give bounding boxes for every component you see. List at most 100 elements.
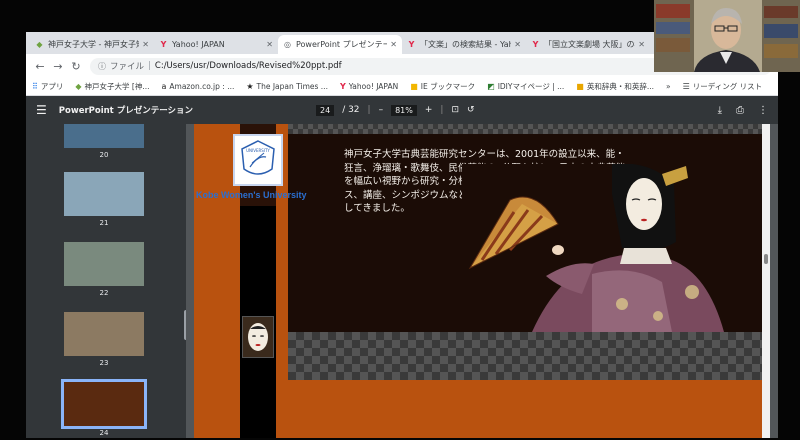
address-url: C:/Users/usr/Downloads/Revised%20ppt.pdf [154,61,342,71]
tab-label: 神戸女子大学 - 神戸女子短期 [48,40,139,49]
more-options-icon[interactable]: ⋮ [758,105,768,116]
bookmark-yahoo[interactable]: Y Yahoo! JAPAN [340,82,398,91]
logo-mark-text: UNIVERSITY [246,148,270,153]
tab-label: 「文楽」の検索結果 - Yahoo! [420,40,512,49]
tab-bunraku-search[interactable]: Y 「文楽」の検索結果 - Yahoo! ✕ [402,35,526,54]
thumbnail-image [64,312,144,356]
bookmark-label: Yahoo! JAPAN [348,82,399,91]
back-icon[interactable]: ← [32,60,48,73]
reading-list-button[interactable]: ☰ リーディング リスト [683,81,763,92]
bookmark-label: 神戸女子大学 [神... [84,82,150,91]
print-icon[interactable]: ⎙ [736,105,744,116]
yahoo-favicon: Y [408,40,415,49]
slide-checker-top [288,124,770,134]
tab-label: 「国立文楽劇場 大阪」の検索 [544,40,635,49]
bookmark-dictionary[interactable]: ■ 英和辞典・和英辞... [576,81,654,92]
thumbnail-page[interactable]: 23 [64,312,144,367]
slide-checker-bottom [288,332,770,380]
info-icon[interactable]: ⓘ [98,61,106,72]
thumbnail-image [64,242,144,286]
tab-theatre-search[interactable]: Y 「国立文楽劇場 大阪」の検索 ✕ [526,35,650,54]
yahoo-favicon: Y [339,82,346,91]
thumbnail-page[interactable]: 22 [64,242,144,297]
tab-yahoo[interactable]: Y Yahoo! JAPAN ✕ [154,35,278,54]
pdf-toolbar: ☰ PowerPoint プレゼンテーション 24 / 32 | – 81% +… [26,96,778,124]
tab-label: Yahoo! JAPAN [172,40,225,49]
amazon-icon: a [161,82,167,91]
rotate-icon[interactable]: ↺ [467,105,475,115]
noh-performer-image [462,164,752,332]
university-name: Kobe Women's University [196,190,307,200]
yahoo-favicon: Y [532,40,539,49]
bookmark-label: IDIYマイページ | ... [497,82,565,91]
globe-favicon: ◎ [284,40,291,49]
bookmark-idiy[interactable]: ◩ IDIYマイページ | ... [487,81,564,92]
idiy-icon: ◩ [487,82,495,91]
close-icon[interactable]: ✕ [390,40,397,49]
bookmark-label: The Japan Times ... [256,82,328,91]
tab-kobe[interactable]: ◆ 神戸女子大学 - 神戸女子短期 ✕ [30,35,154,54]
zoom-in-button[interactable]: + [425,105,433,115]
sidebar-scrollbar[interactable] [184,310,186,340]
folder-icon: ■ [410,82,418,91]
slide-orange-band [288,380,770,438]
forward-icon[interactable]: → [50,60,66,73]
thumbnail-number: 21 [99,219,109,227]
apps-icon: ⠿ [32,82,38,91]
bookmark-japan-times[interactable]: ★ The Japan Times ... [246,82,328,91]
star-icon: ★ [246,82,254,91]
reload-icon[interactable]: ↻ [68,60,84,73]
bookmark-label: IE ブックマーク [420,82,476,91]
close-icon[interactable]: ✕ [266,40,273,49]
noh-mask-image [242,316,274,358]
menu-icon[interactable]: ☰ [36,103,47,117]
address-divider: | [148,61,151,71]
bookmark-label: Amazon.co.jp : ... [169,82,235,91]
zoom-out-button[interactable]: – [379,105,384,115]
webcam-video [654,0,800,72]
pdf-page: UNIVERSITY Kobe Women's University 神戸女子大… [194,124,770,438]
page-number-input[interactable]: 24 [316,104,335,116]
close-icon[interactable]: ✕ [638,40,645,49]
close-icon[interactable]: ✕ [142,40,149,49]
pdf-viewer: 20 21 22 23 24 UNIVERSITY Kobe Women's U… [26,124,778,438]
divider: | [440,105,444,115]
tab-powerpoint[interactable]: ◎ PowerPoint プレゼンテーション ✕ [278,35,402,54]
thumbnail-page-selected[interactable]: 24 [61,379,147,437]
screen: ◆ 神戸女子大学 - 神戸女子短期 ✕ Y Yahoo! JAPAN ✕ ◎ P… [0,0,800,440]
reading-list-icon: ☰ [682,82,690,91]
pdf-controls: 24 / 32 | – 81% + | ⊡ ↺ [316,104,475,116]
bookmark-amazon[interactable]: a Amazon.co.jp : ... [161,82,234,91]
thumbnail-sidebar: 20 21 22 23 24 [26,124,186,438]
page-scrollbar-thumb[interactable] [764,254,768,264]
address-scheme: ファイル [110,62,145,72]
bookmark-ie[interactable]: ■ IE ブックマーク [410,81,475,92]
dictionary-icon: ■ [576,82,584,91]
slide: UNIVERSITY Kobe Women's University 神戸女子大… [194,124,770,438]
noh-mask-icon [248,323,268,351]
presenter-video-icon [654,0,800,72]
zoom-level[interactable]: 81% [391,104,417,116]
thumbnail-image [64,172,144,216]
tab-label: PowerPoint プレゼンテーション [296,40,388,49]
bookmarks-more-button[interactable]: » [666,82,671,91]
thumbnail-number: 23 [99,359,109,367]
page-scrollbar[interactable] [762,124,770,438]
university-crest-icon: UNIVERSITY [241,140,275,175]
page-total: / 32 [342,105,360,115]
thumbnail-number: 22 [99,289,109,297]
close-icon[interactable]: ✕ [514,40,521,49]
thumbnail-image [64,124,144,148]
download-icon[interactable]: ⤓ [718,105,722,116]
bookmark-kobe[interactable]: ◆ 神戸女子大学 [神... [75,81,149,92]
thumbnail-image [61,379,147,429]
bookmark-apps[interactable]: ⠿ アプリ [32,81,63,92]
bookmark-label: アプリ [40,82,64,91]
thumbnail-page[interactable]: 20 [64,124,144,159]
fit-page-icon[interactable]: ⊡ [451,105,459,115]
bookmark-label: 英和辞典・和英辞... [586,82,654,91]
reading-list-label: リーディング リスト [692,82,763,91]
divider: | [367,105,371,115]
thumbnail-page[interactable]: 21 [64,172,144,227]
kobe-favicon: ◆ [75,82,82,91]
